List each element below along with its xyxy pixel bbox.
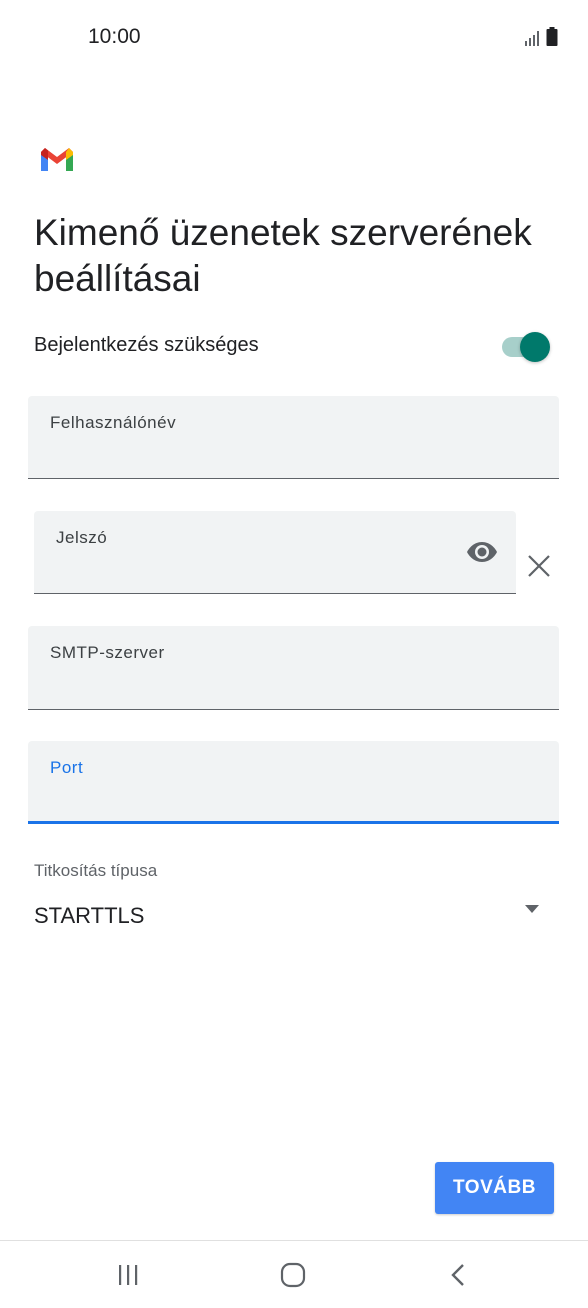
- status-time: 10:00: [88, 25, 141, 48]
- recent-apps-icon: [119, 1265, 138, 1285]
- eye-icon[interactable]: [466, 540, 498, 564]
- home-button[interactable]: [273, 1257, 313, 1293]
- battery-icon: [546, 27, 558, 46]
- login-required-row: Bejelentkezés szükséges: [34, 330, 554, 364]
- port-label: Port: [50, 758, 84, 777]
- back-button[interactable]: [438, 1257, 478, 1293]
- encryption-type-value: STARTTLS: [34, 903, 145, 928]
- gmail-logo: [41, 148, 73, 171]
- encryption-type-select[interactable]: Titkosítás típusa STARTTLS: [34, 858, 554, 938]
- username-field[interactable]: Felhasználónév: [28, 396, 559, 479]
- close-icon[interactable]: [524, 551, 554, 581]
- smtp-server-field[interactable]: SMTP-szerver: [28, 626, 559, 710]
- dropdown-arrow-icon: [525, 905, 539, 913]
- signal-icon: [525, 31, 539, 46]
- toggle-thumb: [520, 332, 550, 362]
- username-label: Felhasználónév: [50, 413, 177, 432]
- navigation-bar: [0, 1240, 588, 1308]
- login-required-toggle[interactable]: [500, 332, 550, 362]
- home-icon: [280, 1262, 306, 1288]
- password-label: Jelszó: [56, 528, 108, 547]
- status-bar: 10:00: [0, 0, 588, 76]
- login-required-label: Bejelentkezés szükséges: [34, 334, 259, 356]
- smtp-server-label: SMTP-szerver: [50, 643, 165, 662]
- next-button[interactable]: TOVÁBB: [435, 1162, 554, 1214]
- recent-apps-button[interactable]: [108, 1257, 148, 1293]
- page-title: Kimenő üzenetek szerverének beállításai: [34, 212, 532, 299]
- port-field[interactable]: Port: [28, 741, 559, 824]
- status-icons: [524, 27, 558, 46]
- back-icon: [451, 1264, 464, 1286]
- password-field[interactable]: Jelszó: [34, 511, 516, 594]
- encryption-type-label: Titkosítás típusa: [34, 861, 158, 880]
